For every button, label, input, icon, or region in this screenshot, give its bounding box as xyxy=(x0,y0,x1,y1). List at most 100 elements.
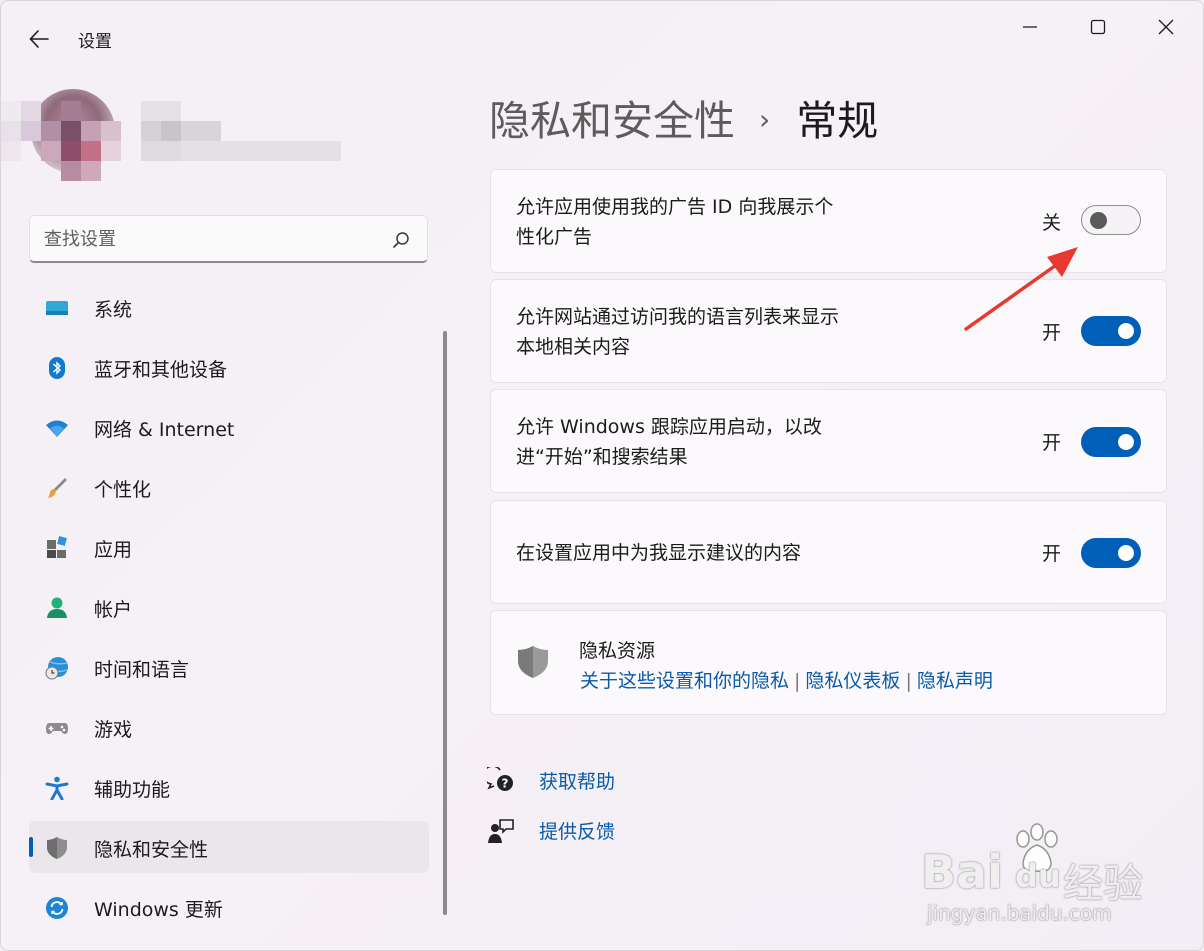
watermark-url: jingyan.baidu.com xyxy=(927,901,1112,925)
baidu-watermark: Bai du 经验 jingyan.baidu.com xyxy=(921,823,1151,933)
sidebar-item-label: Windows 更新 xyxy=(94,899,223,921)
account-icon xyxy=(47,597,67,618)
setting-text-line: 本地相关内容 xyxy=(516,336,631,358)
accessibility-icon xyxy=(45,776,69,800)
sidebar-item-label: 帐户 xyxy=(94,599,133,621)
toggle-knob xyxy=(1118,323,1134,339)
toggle-state-label: 开 xyxy=(1042,322,1062,344)
search-input[interactable] xyxy=(44,225,374,253)
toggle-state-label: 开 xyxy=(1042,432,1062,454)
back-button[interactable] xyxy=(25,25,53,53)
sidebar-item-label: 隐私和安全性 xyxy=(94,839,209,861)
sidebar-item-accounts[interactable]: 帐户 xyxy=(29,581,429,633)
toggle-knob xyxy=(1090,212,1107,229)
watermark-brand: Bai xyxy=(921,845,1003,899)
setting-text-line: 允许应用使用我的广告 ID 向我展示个 xyxy=(516,196,834,218)
update-icon xyxy=(46,897,68,919)
settings-window: 设置 查找设置 系统 蓝牙和其他设备 网络 & Internet 个性化 应用 … xyxy=(0,0,1204,951)
privacy-resources-card: 隐私资源 关于这些设置和你的隐私 | 隐私仪表板 | 隐私声明 xyxy=(490,610,1167,715)
globe-clock-icon xyxy=(45,657,68,680)
language-list-toggle[interactable] xyxy=(1081,316,1141,346)
privacy-resources-links: 关于这些设置和你的隐私 | 隐私仪表板 | 隐私声明 xyxy=(580,666,993,693)
setting-description: 允许网站通过访问我的语言列表来显示 本地相关内容 xyxy=(516,302,896,362)
privacy-statement-link[interactable]: 隐私声明 xyxy=(917,670,993,692)
sidebar-item-personalization[interactable]: 个性化 xyxy=(29,461,429,513)
bluetooth-icon xyxy=(49,357,65,379)
brush-icon xyxy=(48,478,67,498)
privacy-resources-title: 隐私资源 xyxy=(579,640,656,662)
monitor-icon xyxy=(46,301,68,315)
shield-icon xyxy=(518,646,548,678)
wifi-icon xyxy=(46,420,68,437)
setting-text-line: 性化广告 xyxy=(516,226,593,248)
toggle-state-label: 关 xyxy=(1042,212,1062,234)
sidebar-item-accessibility[interactable]: 辅助功能 xyxy=(29,761,429,813)
sidebar-scrollbar[interactable] xyxy=(443,331,447,915)
sidebar-item-bluetooth[interactable]: 蓝牙和其他设备 xyxy=(29,341,429,393)
title-bar: 设置 xyxy=(1,1,1203,61)
toggle-knob xyxy=(1118,434,1134,450)
sidebar-item-gaming[interactable]: 游戏 xyxy=(29,701,429,753)
feedback-icon xyxy=(488,819,514,843)
user-profile[interactable] xyxy=(1,81,361,191)
setting-card-language-list: 允许网站通过访问我的语言列表来显示 本地相关内容 开 xyxy=(490,279,1167,383)
minimize-button[interactable] xyxy=(1007,11,1053,43)
app-launch-tracking-toggle[interactable] xyxy=(1081,427,1141,457)
gamepad-icon xyxy=(46,723,68,734)
sidebar-item-time-language[interactable]: 时间和语言 xyxy=(29,641,429,693)
setting-text-line: 在设置应用中为我显示建议的内容 xyxy=(516,542,802,564)
shield-icon xyxy=(47,837,67,859)
setting-text-line: 允许 Windows 跟踪应用启动，以改 xyxy=(516,416,822,438)
sidebar-item-label: 游戏 xyxy=(94,719,133,741)
sidebar-item-label: 蓝牙和其他设备 xyxy=(94,359,228,381)
ad-id-toggle[interactable] xyxy=(1081,205,1141,235)
toggle-state-label: 开 xyxy=(1042,543,1062,565)
sidebar-item-system[interactable]: 系统 xyxy=(29,281,429,333)
app-title: 设置 xyxy=(78,32,112,52)
sidebar-item-label: 时间和语言 xyxy=(94,659,190,681)
maximize-icon xyxy=(1090,19,1106,35)
breadcrumb-separator: › xyxy=(759,103,771,136)
setting-description: 在设置应用中为我显示建议的内容 xyxy=(516,538,896,568)
minimize-icon xyxy=(1023,26,1037,28)
apps-icon xyxy=(47,536,67,558)
page-title: 常规 xyxy=(796,97,879,145)
breadcrumb-parent[interactable]: 隐私和安全性 xyxy=(489,97,735,145)
svg-text:?: ? xyxy=(502,777,509,791)
close-button[interactable] xyxy=(1143,11,1189,43)
setting-card-ad-id: 允许应用使用我的广告 ID 向我展示个 性化广告 关 xyxy=(490,169,1167,273)
search-box[interactable] xyxy=(29,215,428,263)
link-separator: | xyxy=(794,670,801,692)
setting-description: 允许应用使用我的广告 ID 向我展示个 性化广告 xyxy=(516,192,896,252)
setting-text-line: 允许网站通过访问我的语言列表来显示 xyxy=(516,306,840,328)
back-arrow-icon xyxy=(29,30,49,48)
privacy-dashboard-link[interactable]: 隐私仪表板 xyxy=(805,670,900,692)
search-icon[interactable] xyxy=(391,230,411,250)
sidebar-item-label: 辅助功能 xyxy=(94,779,171,801)
suggested-content-toggle[interactable] xyxy=(1081,538,1141,568)
help-chat-icon: ? xyxy=(487,767,513,791)
sidebar-item-privacy-security[interactable]: 隐私和安全性 xyxy=(29,821,429,873)
sidebar-item-label: 系统 xyxy=(94,299,133,321)
setting-card-app-launch-tracking: 允许 Windows 跟踪应用启动，以改 进“开始”和搜索结果 开 xyxy=(490,389,1167,493)
breadcrumb: 隐私和安全性 › 常规 xyxy=(489,87,878,147)
setting-description: 允许 Windows 跟踪应用启动，以改 进“开始”和搜索结果 xyxy=(516,412,896,472)
watermark-brand-du: du xyxy=(1015,857,1061,895)
sidebar-item-windows-update[interactable]: Windows 更新 xyxy=(29,881,429,933)
feedback-link[interactable]: 提供反馈 xyxy=(539,817,615,844)
close-icon xyxy=(1158,19,1174,35)
active-indicator xyxy=(29,837,33,857)
blurred-user-info xyxy=(1,101,361,181)
link-separator: | xyxy=(905,670,912,692)
toggle-knob xyxy=(1118,545,1134,561)
sidebar-item-label: 个性化 xyxy=(94,479,152,501)
setting-text-line: 进“开始”和搜索结果 xyxy=(516,446,688,468)
about-privacy-link[interactable]: 关于这些设置和你的隐私 xyxy=(580,670,789,692)
sidebar-item-network[interactable]: 网络 & Internet xyxy=(29,401,429,453)
get-help-link[interactable]: 获取帮助 xyxy=(539,767,615,794)
setting-card-suggested-content: 在设置应用中为我显示建议的内容 开 xyxy=(490,500,1167,604)
maximize-button[interactable] xyxy=(1075,11,1121,43)
sidebar-item-label: 应用 xyxy=(94,539,133,561)
sidebar-item-label: 网络 & Internet xyxy=(94,419,235,441)
sidebar-item-apps[interactable]: 应用 xyxy=(29,521,429,573)
